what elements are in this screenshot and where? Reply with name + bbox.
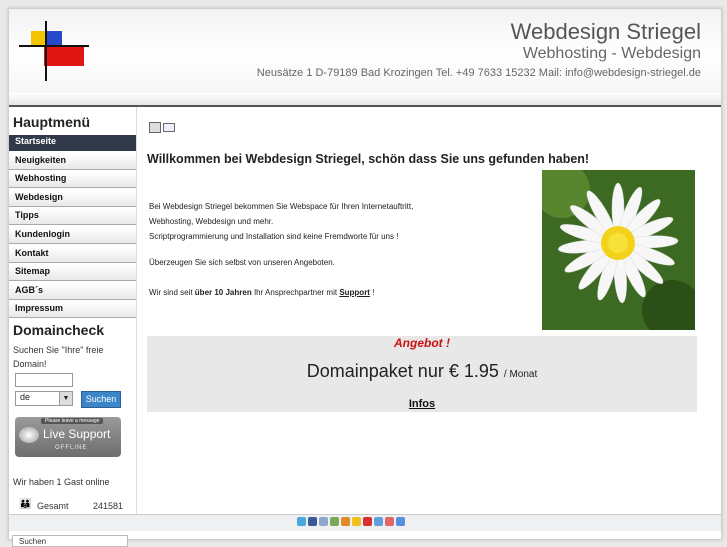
- google-icon[interactable]: [396, 517, 405, 526]
- site-address: Neusätze 1 D-79189 Bad Krozingen Tel. +4…: [256, 67, 701, 79]
- star-icon[interactable]: [352, 517, 361, 526]
- main-menu-title: Hauptmenü: [13, 114, 90, 130]
- site-logo: [19, 21, 89, 81]
- delicious-icon[interactable]: [374, 517, 383, 526]
- offers-text: Überzeugen Sie sich selbst von unseren A…: [149, 258, 335, 267]
- live-support-badge[interactable]: Please leave a message Live Support OFFL…: [15, 417, 121, 457]
- promo-title: Domainpaket nur € 1.95 / Monat: [147, 361, 697, 382]
- domaincheck-description: Suchen Sie "Ihre" freie Domain!: [13, 345, 104, 369]
- support-message-label: Please leave a message: [41, 418, 104, 424]
- menu-item-impressum[interactable]: Impressum: [9, 302, 136, 319]
- menu-item-sitemap[interactable]: Sitemap: [9, 265, 136, 282]
- twitter-icon[interactable]: [297, 517, 306, 526]
- main-menu: Startseite Neuigkeiten Webhosting Webdes…: [9, 135, 136, 321]
- promo-box: Angebot ! Domainpaket nur € 1.95 / Monat…: [147, 336, 697, 412]
- social-icons: [297, 517, 405, 526]
- digg-icon[interactable]: [341, 517, 350, 526]
- promo-title-text: Domainpaket nur € 1.95: [306, 361, 499, 381]
- email-icon[interactable]: [163, 123, 175, 132]
- social-bookmark-bar: [9, 514, 721, 531]
- menu-item-agb[interactable]: AGB´s: [9, 283, 136, 300]
- menu-item-webhosting[interactable]: Webhosting: [9, 172, 136, 189]
- intro-text: Bei Webdesign Striegel bekommen Sie Webs…: [149, 199, 529, 244]
- menu-item-kundenlogin[interactable]: Kundenlogin: [9, 227, 136, 244]
- promo-unit: / Monat: [503, 369, 538, 380]
- welcome-heading: Willkommen bei Webdesign Striegel, schön…: [147, 152, 590, 166]
- counter-label: Gesamt: [37, 501, 69, 511]
- tld-select[interactable]: de ▼: [15, 391, 73, 406]
- counter-value: 241581: [93, 501, 124, 511]
- intro-line-3: Scriptprogrammierung und Installation si…: [149, 232, 399, 241]
- logo-yellow-square: [31, 31, 46, 46]
- tld-select-value: de: [20, 392, 31, 402]
- sidebar: Hauptmenü Startseite Neuigkeiten Webhost…: [9, 107, 137, 517]
- chevron-down-icon: ▼: [59, 392, 72, 405]
- menu-item-tipps[interactable]: Tipps: [9, 209, 136, 226]
- support-status: OFFLINE: [55, 445, 88, 451]
- menu-item-kontakt[interactable]: Kontakt: [9, 246, 136, 263]
- daisy-image: [542, 170, 695, 330]
- bookmark-icon[interactable]: [319, 517, 328, 526]
- footer-search-box[interactable]: Suchen: [12, 535, 128, 547]
- promo-label: Angebot !: [394, 336, 450, 350]
- menu-item-webdesign[interactable]: Webdesign: [9, 190, 136, 207]
- domain-input[interactable]: [15, 373, 73, 387]
- header-shade: [9, 93, 721, 105]
- share-icon[interactable]: [330, 517, 339, 526]
- logo-blue-square: [46, 31, 62, 46]
- partner-prefix: Wir sind seit: [149, 288, 195, 297]
- partner-suffix: !: [369, 288, 375, 297]
- domaincheck-title: Domaincheck: [13, 322, 105, 338]
- stumbleupon-icon[interactable]: [363, 517, 372, 526]
- facebook-icon[interactable]: [308, 517, 317, 526]
- intro-line-1: Bei Webdesign Striegel bekommen Sie Webs…: [149, 202, 414, 211]
- print-icon[interactable]: [149, 122, 161, 133]
- intro-line-2: Webhosting, Webdesign und mehr.: [149, 217, 274, 226]
- partner-mid: Ihr Ansprechpartner mit: [251, 288, 340, 297]
- promo-infos-link[interactable]: Infos: [147, 398, 697, 410]
- menu-item-neuigkeiten[interactable]: Neuigkeiten: [9, 153, 136, 170]
- page-frame: Webdesign Striegel Webhosting - Webdesig…: [8, 8, 722, 540]
- menu-item-startseite[interactable]: Startseite: [9, 135, 136, 151]
- site-subtitle: Webhosting - Webdesign: [522, 45, 701, 62]
- heart-icon[interactable]: [385, 517, 394, 526]
- support-chat-icon: [19, 427, 39, 443]
- domain-search-button[interactable]: Suchen: [81, 391, 121, 408]
- site-header: Webdesign Striegel Webhosting - Webdesig…: [9, 9, 721, 105]
- support-link[interactable]: Support: [339, 288, 370, 297]
- logo-red-rect: [44, 46, 84, 66]
- partner-text: Wir sind seit über 10 Jahren Ihr Ansprec…: [149, 288, 374, 297]
- site-title: Webdesign Striegel: [510, 19, 701, 44]
- support-label: Live Support: [43, 427, 111, 441]
- visitors-icon: 👪: [19, 499, 32, 510]
- partner-years: über 10 Jahren: [194, 288, 252, 297]
- guests-online-text: Wir haben 1 Gast online: [13, 477, 110, 487]
